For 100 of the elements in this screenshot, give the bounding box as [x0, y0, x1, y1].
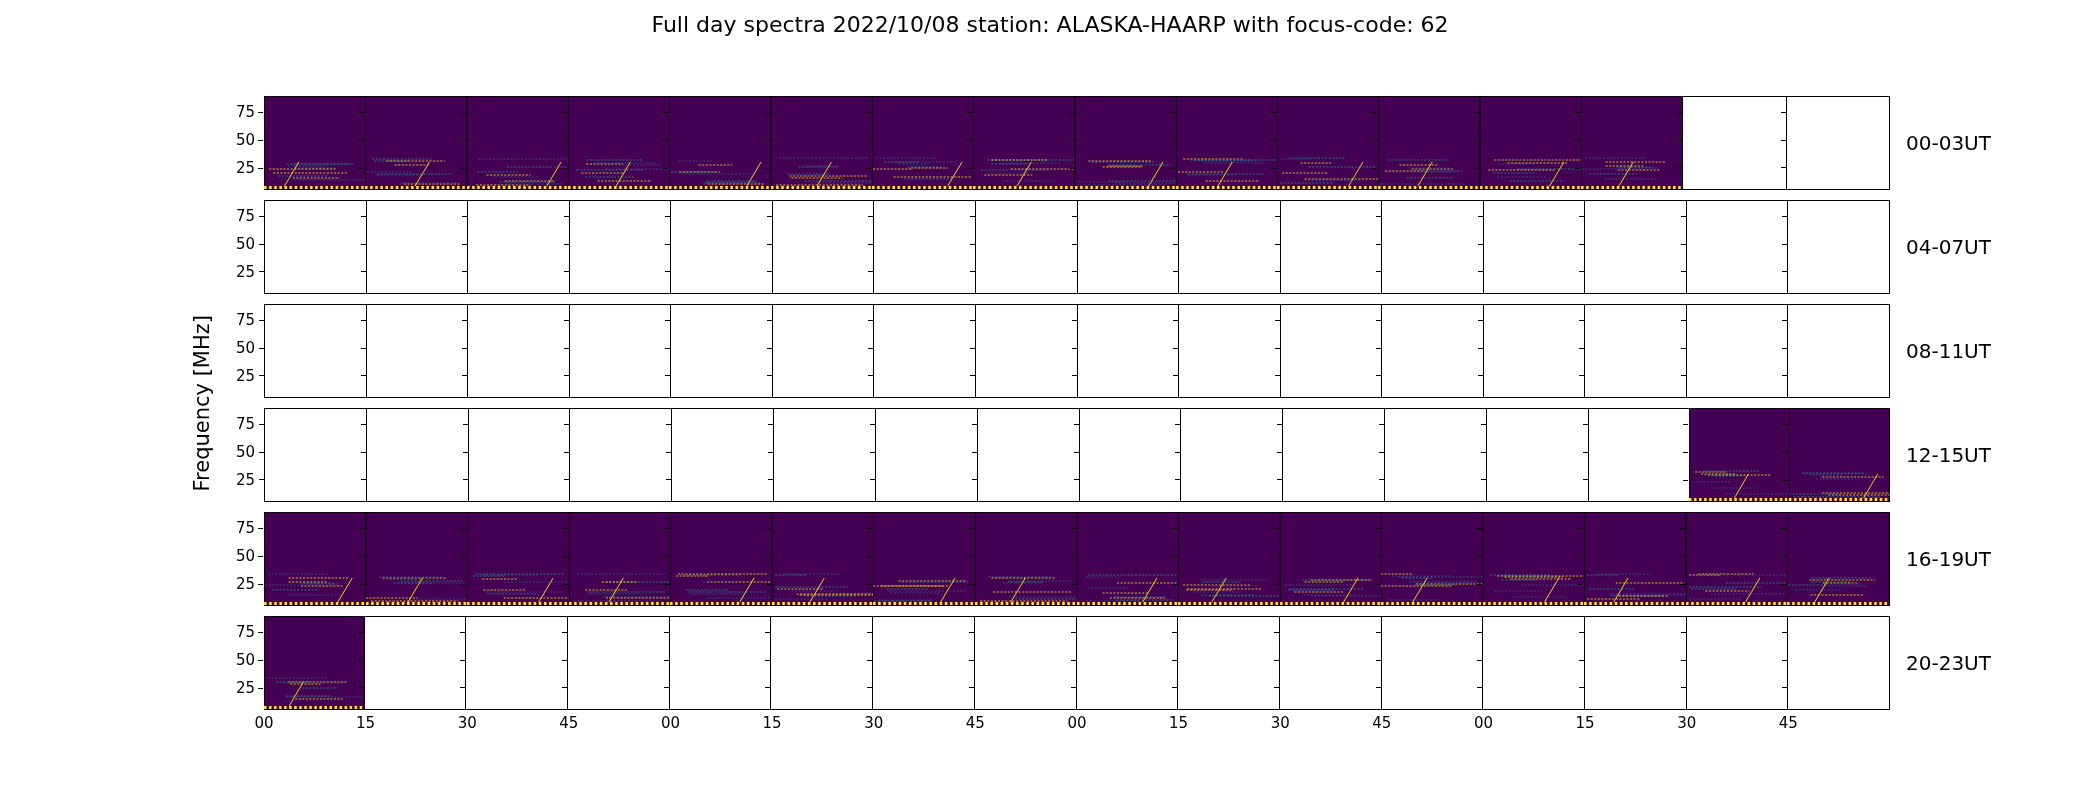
- axis-tick: [1169, 167, 1175, 169]
- axis-tick: [1169, 139, 1175, 141]
- axis-tick: [1271, 167, 1277, 169]
- axis-tick: [460, 167, 466, 169]
- axis-tick: [561, 167, 567, 169]
- axis-tick: [1781, 555, 1787, 557]
- axis-tick: [1273, 555, 1279, 557]
- x-tick-label: 30: [1270, 714, 1290, 732]
- axis-tick: [1783, 423, 1789, 425]
- x-tick-label: 30: [457, 714, 477, 732]
- axis-tick: [1679, 555, 1685, 557]
- axis-tick: [359, 167, 365, 169]
- y-tick-label: 50: [235, 340, 255, 356]
- axis-tick: [968, 583, 974, 585]
- axis-tick: [1172, 555, 1178, 557]
- axis-tick: [1781, 583, 1787, 585]
- x-tick-label: 30: [1677, 714, 1697, 732]
- y-tick-label: 75: [235, 416, 255, 432]
- axis-tick: [1781, 527, 1787, 529]
- axis-tick: [967, 139, 973, 141]
- y-tick-label: 25: [235, 264, 255, 280]
- y-tick-label: 75: [235, 208, 255, 224]
- axis-tick: [1372, 167, 1378, 169]
- axis-tick: [258, 139, 263, 141]
- axis-tick: [1068, 139, 1074, 141]
- axis-tick: [461, 527, 467, 529]
- axis-tick: [867, 583, 873, 585]
- axis-tick: [765, 527, 771, 529]
- x-tick-label: 45: [965, 714, 985, 732]
- y-tick-label: 50: [235, 236, 255, 252]
- axis-tick: [1070, 527, 1076, 529]
- axis-tick: [867, 555, 873, 557]
- x-tick-label: 00: [1473, 714, 1494, 732]
- axis-tick: [1476, 555, 1482, 557]
- y-tick-label: 25: [235, 368, 255, 384]
- axis-tick: [764, 111, 770, 113]
- axis-tick: [359, 111, 365, 113]
- axis-tick: [1783, 479, 1789, 481]
- axis-tick: [968, 527, 974, 529]
- y-tick-label: 50: [235, 548, 255, 564]
- axis-tick: [1271, 139, 1277, 141]
- axis-tick: [258, 659, 263, 661]
- axis-tick: [1473, 111, 1479, 113]
- y-tick-label: 75: [235, 520, 255, 536]
- axis-tick: [561, 111, 567, 113]
- axis-tick: [1169, 111, 1175, 113]
- axis-tick: [1578, 555, 1584, 557]
- axis-tick: [258, 687, 263, 689]
- axis-tick: [1473, 167, 1479, 169]
- axis-tick: [1172, 527, 1178, 529]
- x-tick-label: 45: [1778, 714, 1798, 732]
- y-axis-label: Frequency [MHz]: [190, 315, 214, 492]
- row-label: 16-19UT: [1905, 546, 1992, 573]
- axis-tick: [1783, 451, 1789, 453]
- axis-tick: [1273, 527, 1279, 529]
- y-tick-label: 25: [235, 576, 255, 592]
- x-tick-label: 45: [1372, 714, 1392, 732]
- y-tick-label: 50: [235, 444, 255, 460]
- axis-tick: [967, 167, 973, 169]
- axis-tick: [1476, 527, 1482, 529]
- axis-tick: [561, 139, 567, 141]
- axis-tick: [765, 583, 771, 585]
- axis-tick: [1473, 139, 1479, 141]
- x-tick-label: 15: [1169, 714, 1189, 732]
- axis-tick: [764, 139, 770, 141]
- axis-tick: [359, 583, 365, 585]
- axis-tick: [258, 527, 263, 529]
- axis-tick: [1679, 527, 1685, 529]
- axis-tick: [1575, 139, 1581, 141]
- axis-tick: [1070, 583, 1076, 585]
- axis-tick: [765, 555, 771, 557]
- x-tick-label: 15: [1575, 714, 1595, 732]
- y-tick-label: 50: [235, 652, 255, 668]
- axis-tick: [865, 167, 871, 169]
- axis-tick: [258, 111, 263, 113]
- y-tick-label: 50: [235, 132, 255, 148]
- axis-tick: [1476, 583, 1482, 585]
- row-label: 04-07UT: [1905, 234, 1992, 261]
- axis-tick: [1375, 583, 1381, 585]
- axis-tick: [1575, 167, 1581, 169]
- axis-tick: [1271, 111, 1277, 113]
- axis-tick: [1273, 583, 1279, 585]
- axis-tick: [1172, 583, 1178, 585]
- axis-tick: [460, 111, 466, 113]
- axis-tick: [664, 527, 670, 529]
- axis-tick: [1068, 111, 1074, 113]
- axis-tick: [461, 583, 467, 585]
- axis-tick: [1070, 555, 1076, 557]
- x-tick-label: 45: [559, 714, 579, 732]
- axis-tick: [1372, 111, 1378, 113]
- axis-tick: [1578, 583, 1584, 585]
- row-label: 20-23UT: [1905, 650, 1992, 677]
- axis-tick: [1068, 167, 1074, 169]
- axis-tick: [562, 583, 568, 585]
- axis-tick: [460, 139, 466, 141]
- y-tick-label: 75: [235, 312, 255, 328]
- row-label: 12-15UT: [1905, 442, 1992, 469]
- axis-tick: [258, 631, 263, 633]
- x-tick-label: 30: [864, 714, 884, 732]
- axis-tick: [1575, 111, 1581, 113]
